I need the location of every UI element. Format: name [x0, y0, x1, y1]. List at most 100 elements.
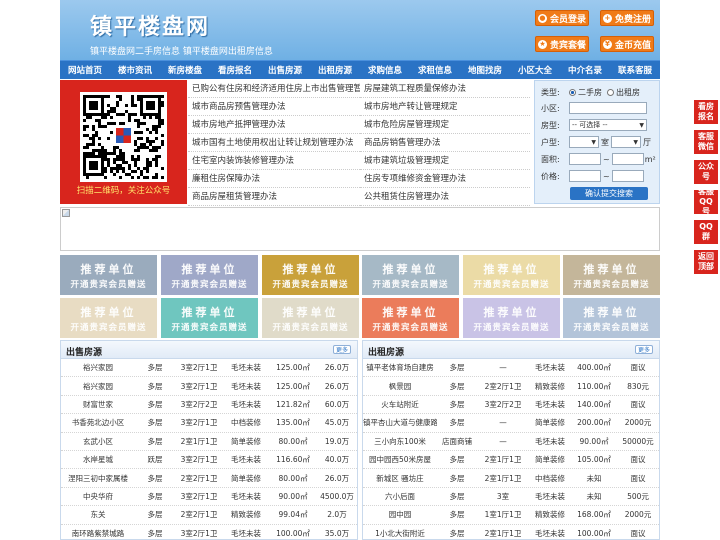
room-count-select[interactable]: ▼	[569, 136, 599, 148]
listing-name[interactable]: 火车站附近	[363, 399, 437, 410]
price-max-input[interactable]	[611, 170, 644, 182]
table-row[interactable]: 南环路紫禁城路 多层 3室2厅1卫 毛坯未装 100.00㎡ 35.0万	[61, 525, 357, 539]
table-row[interactable]: 火车站附近 多层 3室2厅2卫 毛坯未装 140.00㎡ 面议	[363, 396, 659, 415]
price-min-input[interactable]	[569, 170, 601, 182]
listing-name[interactable]: 中央华府	[61, 491, 135, 502]
nav-item[interactable]: 求租信息	[410, 61, 460, 79]
area-min-input[interactable]	[569, 153, 601, 165]
listing-name[interactable]: 涅阳三初中家属楼	[61, 473, 135, 484]
listing-name[interactable]: 南环路紫禁城路	[61, 528, 135, 539]
listing-name[interactable]: 新城区 骚坊庄	[363, 473, 437, 484]
side-qq[interactable]: 客服QQ号	[694, 187, 718, 216]
table-row[interactable]: 三小向东100米 店面商铺 — 毛坯未装 90.00㎡ 50000元	[363, 433, 659, 451]
table-row[interactable]: 镇平老体育场自建房 多层 — 毛坯未装 400.00㎡ 面议	[363, 359, 659, 378]
listing-name[interactable]: 枫景园	[363, 381, 437, 392]
table-row[interactable]: 新城区 骚坊庄 多层 2室1厅1卫 中档装修 未知 面议	[363, 469, 659, 488]
table-row[interactable]: 镇平杏山大道与健康路 多层 — 简单装修 200.00㎡ 2000元	[363, 414, 659, 433]
banner-image[interactable]	[60, 207, 660, 251]
side-view-signup[interactable]: 看房报名	[694, 100, 718, 124]
table-row[interactable]: 涅阳三初中家属楼 多层 2室2厅1卫 简单装修 80.00㎡ 26.0万	[61, 469, 357, 488]
ad-tile[interactable]: 推荐单位 开通贵宾会员赠送	[60, 298, 157, 338]
ad-tile[interactable]: 推荐单位 开通贵宾会员赠送	[563, 255, 660, 295]
table-row[interactable]: 东关 多层 2室2厅1卫 精致装修 99.04㎡ 2.0万	[61, 506, 357, 525]
ad-tile[interactable]: 推荐单位 开通贵宾会员赠送	[262, 298, 359, 338]
listing-name[interactable]: 园中园西50米房屋	[363, 454, 437, 465]
table-row[interactable]: 六小后面 多层 3室 毛坯未装 未知 500元	[363, 488, 659, 507]
nav-item[interactable]: 看房报名	[210, 61, 260, 79]
side-back-to-top[interactable]: 返回顶部	[694, 250, 718, 274]
listing-name[interactable]: 裕兴家园	[61, 362, 135, 373]
listing-name[interactable]: 镇平老体育场自建房	[363, 362, 437, 373]
policy-link[interactable]: 住宅室内装饰装修管理办法	[188, 152, 360, 170]
ad-tile[interactable]: 推荐单位 开通贵宾会员赠送	[161, 298, 258, 338]
table-row[interactable]: 枫景园 多层 2室2厅1卫 精致装修 110.00㎡ 830元	[363, 377, 659, 396]
listing-name[interactable]: 裕兴家园	[61, 381, 135, 392]
listing-name[interactable]: 水岸星城	[61, 454, 135, 465]
policy-link[interactable]: 城市房地产转让管理规定	[360, 98, 530, 116]
area-max-input[interactable]	[611, 153, 644, 165]
side-qq-group[interactable]: QQ群	[694, 220, 718, 244]
nav-item[interactable]: 新房楼盘	[160, 61, 210, 79]
table-row[interactable]: 中央华府 多层 3室2厅1卫 毛坯未装 90.00㎡ 4500.0万	[61, 488, 357, 507]
sale-more-button[interactable]: 更多	[333, 345, 351, 354]
policy-link[interactable]: 廉租住房保障办法	[188, 170, 360, 188]
gold-recharge-button[interactable]: ¥ 金币充值	[600, 36, 654, 52]
table-row[interactable]: 书香苑北边小区 多层 3室2厅1卫 中档装修 135.00㎡ 45.0万	[61, 414, 357, 433]
table-row[interactable]: 1小北大街附近 多层 2室1厅1卫 毛坯未装 100.00㎡ 面议	[363, 525, 659, 539]
policy-link[interactable]: 城市国有土地使用权出让转让规划管理办法	[188, 134, 360, 152]
side-wechat[interactable]: 客服微信	[694, 130, 718, 154]
room-type-select[interactable]: -- 可选择 -- ▼	[569, 119, 647, 131]
ad-tile[interactable]: 推荐单位 开通贵宾会员赠送	[463, 298, 560, 338]
side-official-account[interactable]: 公众号	[694, 160, 718, 184]
table-row[interactable]: 财富世家 多层 3室2厅2卫 毛坯未装 121.82㎡ 60.0万	[61, 396, 357, 415]
table-row[interactable]: 园中园西50米房屋 多层 2室1厅1卫 简单装修 105.00㎡ 面议	[363, 451, 659, 470]
ad-tile[interactable]: 推荐单位 开通贵宾会员赠送	[362, 298, 459, 338]
listing-name[interactable]: 三小向东100米	[363, 436, 437, 447]
table-row[interactable]: 园中园 多层 1室1厅1卫 精致装修 168.00㎡ 2000元	[363, 506, 659, 525]
policy-link[interactable]: 城市房地产抵押管理办法	[188, 116, 360, 134]
policy-link[interactable]: 公共租赁住房管理办法	[360, 188, 530, 206]
nav-item[interactable]: 联系客服	[610, 61, 660, 79]
ad-tile[interactable]: 推荐单位 开通贵宾会员赠送	[463, 255, 560, 295]
table-row[interactable]: 玄武小区 多层 2室1厅1卫 简单装修 80.00㎡ 19.0万	[61, 433, 357, 451]
policy-link[interactable]: 房屋建筑工程质量保修办法	[360, 80, 530, 98]
nav-item[interactable]: 中介名录	[560, 61, 610, 79]
policy-link[interactable]: 城市商品房预售管理办法	[188, 98, 360, 116]
nav-item[interactable]: 求购信息	[360, 61, 410, 79]
listing-name[interactable]: 东关	[61, 509, 135, 520]
policy-link[interactable]: 已购公有住房和经济适用住房上市出售管理暂	[188, 80, 360, 98]
ad-tile[interactable]: 推荐单位 开通贵宾会员赠送	[362, 255, 459, 295]
member-login-button[interactable]: ● 会员登录	[535, 10, 589, 26]
listing-name[interactable]: 玄武小区	[61, 436, 135, 447]
listing-name[interactable]: 书香苑北边小区	[61, 417, 135, 428]
nav-item[interactable]: 网站首页	[60, 61, 110, 79]
listing-name[interactable]: 镇平杏山大道与健康路	[363, 417, 437, 428]
rent-more-button[interactable]: 更多	[635, 345, 653, 354]
policy-link[interactable]: 城市危险房屋管理规定	[360, 116, 530, 134]
vip-package-button[interactable]: ★ 贵宾套餐	[535, 36, 589, 52]
nav-item[interactable]: 小区大全	[510, 61, 560, 79]
listing-name[interactable]: 园中园	[363, 509, 437, 520]
community-input[interactable]	[569, 102, 647, 114]
nav-item[interactable]: 出租房源	[310, 61, 360, 79]
policy-link[interactable]: 商品房销售管理办法	[360, 134, 530, 152]
listing-name[interactable]: 财富世家	[61, 399, 135, 410]
ad-tile[interactable]: 推荐单位 开通贵宾会员赠送	[161, 255, 258, 295]
site-title[interactable]: 镇平楼盘网	[90, 9, 210, 41]
table-row[interactable]: 裕兴家园 多层 3室2厅1卫 毛坯未装 125.00㎡ 26.0万	[61, 359, 357, 378]
register-button[interactable]: + 免费注册	[600, 10, 654, 26]
radio-rental[interactable]	[607, 88, 614, 96]
listing-name[interactable]: 六小后面	[363, 491, 437, 502]
ad-tile[interactable]: 推荐单位 开通贵宾会员赠送	[563, 298, 660, 338]
hall-count-select[interactable]: ▼	[611, 136, 641, 148]
ad-tile[interactable]: 推荐单位 开通贵宾会员赠送	[60, 255, 157, 295]
nav-item[interactable]: 楼市资讯	[110, 61, 160, 79]
policy-link[interactable]: 城市建筑垃圾管理规定	[360, 152, 530, 170]
policy-link[interactable]: 住房专项维修资金管理办法	[360, 170, 530, 188]
search-submit-button[interactable]: 确认提交搜索	[570, 187, 648, 200]
policy-link[interactable]: 商品房屋租赁管理办法	[188, 188, 360, 206]
nav-item[interactable]: 地图找房	[460, 61, 510, 79]
radio-secondhand[interactable]	[569, 88, 576, 96]
ad-tile[interactable]: 推荐单位 开通贵宾会员赠送	[262, 255, 359, 295]
table-row[interactable]: 裕兴家园 多层 3室2厅1卫 毛坯未装 125.00㎡ 26.0万	[61, 377, 357, 396]
